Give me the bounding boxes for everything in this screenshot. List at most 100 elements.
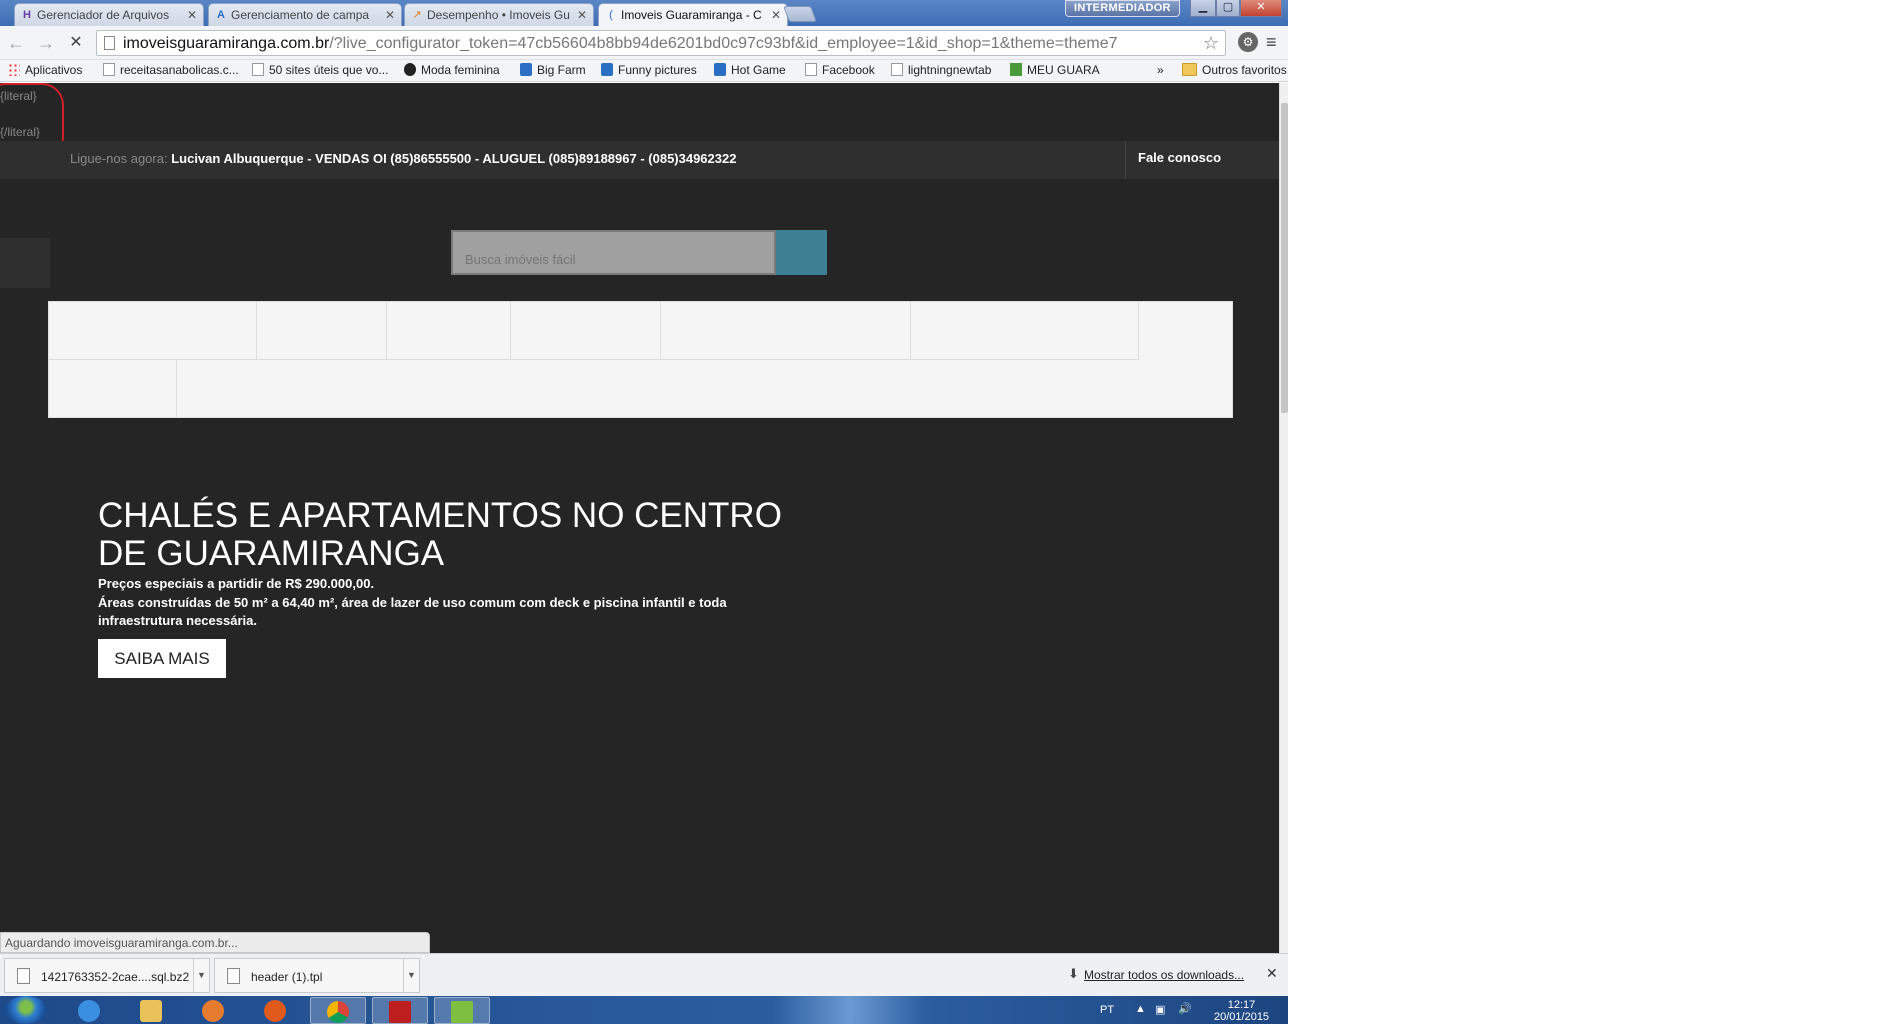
language-indicator[interactable]: PT <box>1100 1004 1114 1016</box>
filezilla-icon <box>389 1001 411 1023</box>
tab-imoveis-guaramiranga[interactable]: ( Imoveis Guaramiranga - C ✕ <box>598 3 788 27</box>
loading-icon: ( <box>609 9 613 21</box>
show-all-downloads-link[interactable]: Mostrar todos os downloads... <box>1084 968 1244 982</box>
taskbar-ie[interactable] <box>62 997 118 1024</box>
hero-price: Preços especiais a partidir de R$ 290.00… <box>98 576 375 591</box>
bookmark-apps[interactable]: Aplicativos <box>8 63 82 77</box>
game-icon <box>520 63 532 76</box>
internet-explorer-icon <box>78 1000 100 1022</box>
taskbar-media-player[interactable] <box>186 997 242 1024</box>
cpanel-icon: H <box>23 9 31 21</box>
close-icon[interactable]: ✕ <box>1266 965 1278 982</box>
stop-loading-icon[interactable]: ✕ <box>66 33 86 53</box>
scroll-thumb[interactable] <box>1281 103 1288 413</box>
menu-item[interactable] <box>511 302 661 360</box>
bookmark-other-favorites[interactable]: Outros favoritos <box>1182 63 1287 77</box>
search-button[interactable] <box>776 230 827 275</box>
folder-icon <box>140 1000 162 1022</box>
menu-item[interactable] <box>661 302 911 360</box>
menu-item[interactable] <box>49 302 257 360</box>
download-item-tpl[interactable]: header (1).tpl ▼ <box>214 958 420 993</box>
file-icon <box>227 968 240 984</box>
saiba-mais-button[interactable]: SAIBA MAIS <box>98 639 226 678</box>
taskbar-chrome[interactable] <box>310 997 366 1024</box>
maximize-button[interactable]: ▢ <box>1216 0 1240 17</box>
menu-item[interactable] <box>387 302 511 360</box>
chrome-icon <box>327 1001 349 1023</box>
taskbar-filezilla[interactable] <box>372 997 428 1024</box>
taskbar-explorer[interactable] <box>124 997 180 1024</box>
search-input[interactable] <box>451 230 776 275</box>
side-block <box>0 238 50 288</box>
new-tab-button[interactable] <box>783 6 817 22</box>
site-icon <box>1010 63 1022 76</box>
firefox-icon <box>264 1000 286 1022</box>
address-bar[interactable]: imoveisguaramiranga.com.br/?live_configu… <box>96 30 1226 56</box>
page-icon <box>891 63 903 76</box>
start-button[interactable] <box>5 996 47 1024</box>
bookmark-receitas[interactable]: receitasanabolicas.c... <box>103 63 239 77</box>
tray-arrow-icon[interactable]: ▲ <box>1135 1003 1146 1015</box>
editor-icon <box>451 1001 473 1023</box>
hamburger-menu-icon[interactable]: ≡ <box>1266 32 1277 53</box>
tab-close-icon[interactable]: ✕ <box>577 8 587 22</box>
chevron-down-icon[interactable]: ▼ <box>193 959 209 992</box>
tab-analytics[interactable]: ↗ Desempenho • Imoveis Gu ✕ <box>404 3 594 26</box>
menu-item[interactable] <box>49 360 177 418</box>
url-path: /?live_configurator_token=47cb56604b8bb9… <box>329 35 1118 52</box>
tab-close-icon[interactable]: ✕ <box>385 8 395 22</box>
tab-file-manager[interactable]: H Gerenciador de Arquivos ✕ <box>14 3 204 26</box>
bookmarks-overflow-chevron[interactable]: » <box>1157 63 1164 77</box>
hero-description: Áreas construídas de 50 m² a 64,40 m², á… <box>98 595 727 628</box>
minimize-button[interactable]: ▁ <box>1190 0 1216 17</box>
call-us-text: Ligue-nos agora: Lucivan Albuquerque - V… <box>70 151 737 166</box>
tab-close-icon[interactable]: ✕ <box>187 8 197 22</box>
hero-title: CHALÉS E APARTAMENTOS NO CENTRO DE GUARA… <box>98 496 782 573</box>
main-menu <box>48 301 1233 418</box>
profile-badge[interactable]: INTERMEDIADOR <box>1065 0 1180 17</box>
page-icon <box>104 36 115 50</box>
tab-close-icon[interactable]: ✕ <box>771 8 781 22</box>
bookmark-funny-pictures[interactable]: Funny pictures <box>601 63 697 77</box>
extension-icon[interactable]: ⚙ <box>1238 32 1258 52</box>
network-icon[interactable]: ▣ <box>1155 1003 1165 1016</box>
file-icon <box>17 968 30 984</box>
bookmark-moda-feminina[interactable]: Moda feminina <box>404 63 500 77</box>
analytics-icon: ↗ <box>412 9 422 21</box>
forward-arrow-icon[interactable]: → <box>36 33 56 53</box>
window-close-button[interactable]: ✕ <box>1240 0 1282 17</box>
taskbar-editor[interactable] <box>434 997 490 1024</box>
page-icon <box>805 63 817 76</box>
bookmarks-bar: Aplicativos receitasanabolicas.c... 50 s… <box>0 60 1288 82</box>
game-icon <box>714 63 726 76</box>
media-player-icon <box>202 1000 224 1022</box>
page-viewport: {literal} {/literal} Ligue-nos agora: Lu… <box>0 83 1279 953</box>
clock[interactable]: 12:17 20/01/2015 <box>1214 999 1269 1023</box>
menu-item[interactable] <box>257 302 387 360</box>
bookmark-big-farm[interactable]: Big Farm <box>520 63 586 77</box>
page-scrollbar[interactable] <box>1279 83 1288 953</box>
bookmark-meu-guara[interactable]: MEU GUARA <box>1010 63 1100 77</box>
adwords-icon: A <box>217 9 225 21</box>
bookmark-lightningnewtab[interactable]: lightningnewtab <box>891 63 991 77</box>
bookmark-star-icon[interactable]: ☆ <box>1203 33 1219 54</box>
download-item-sql[interactable]: 1421763352-2cae....sql.bz2 ▼ <box>4 958 210 993</box>
site-icon <box>404 63 416 76</box>
folder-icon <box>1182 63 1197 76</box>
screen: H Gerenciador de Arquivos ✕ A Gerenciame… <box>0 0 1288 1024</box>
volume-icon[interactable]: 🔊 <box>1178 1002 1192 1015</box>
url-host: imoveisguaramiranga.com.br <box>123 35 330 52</box>
bookmark-facebook[interactable]: Facebook <box>805 63 875 77</box>
downloads-bar: 1421763352-2cae....sql.bz2 ▼ header (1).… <box>0 953 1288 996</box>
tab-campaign-management[interactable]: A Gerenciamento de campa ✕ <box>208 3 402 26</box>
bookmark-hot-game[interactable]: Hot Game <box>714 63 786 77</box>
chevron-down-icon[interactable]: ▼ <box>403 959 419 992</box>
contact-link[interactable]: Fale conosco <box>1125 141 1233 179</box>
page-icon <box>252 63 264 76</box>
taskbar-firefox[interactable] <box>248 997 304 1024</box>
site-icon <box>601 63 613 76</box>
back-arrow-icon[interactable]: ← <box>6 33 26 53</box>
phone-numbers: Lucivan Albuquerque - VENDAS OI (85)8655… <box>171 151 737 166</box>
menu-item[interactable] <box>911 302 1139 360</box>
bookmark-50-sites[interactable]: 50 sites úteis que vo... <box>252 63 388 77</box>
